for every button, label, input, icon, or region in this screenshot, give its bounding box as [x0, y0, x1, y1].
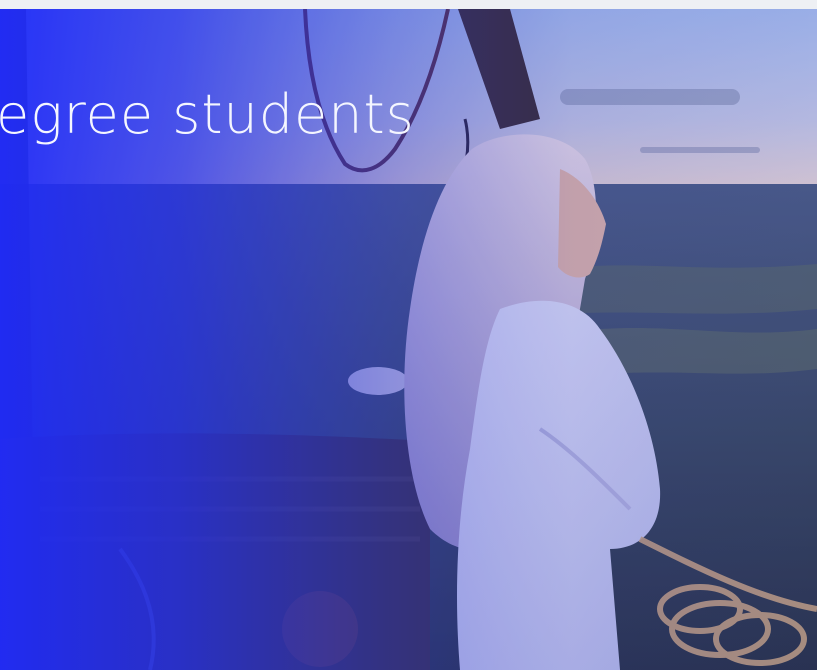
top-strip: [0, 0, 817, 9]
hero-headline: egree students: [0, 83, 415, 146]
hero-banner: egree students: [0, 9, 817, 670]
